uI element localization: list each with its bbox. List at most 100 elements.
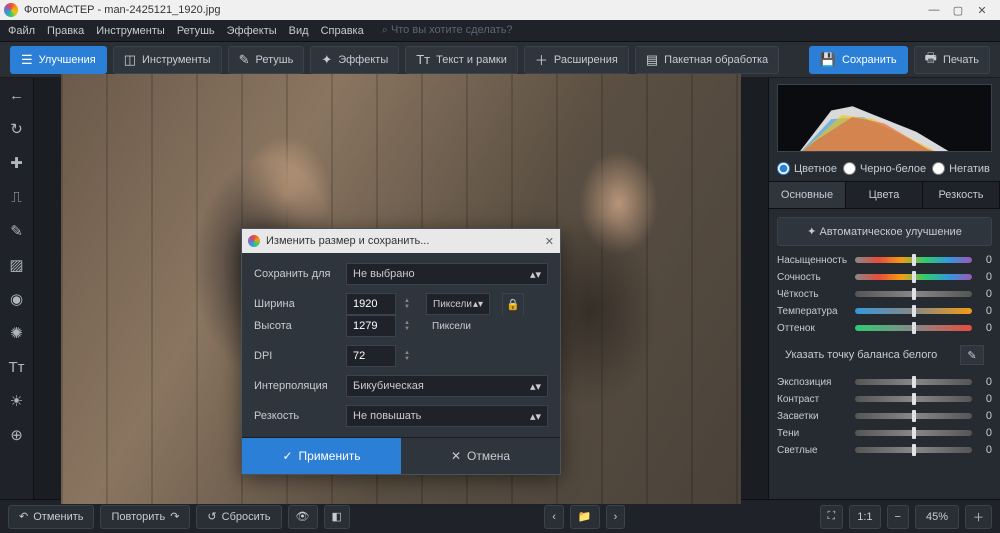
sliders-icon: ☰ [21, 52, 33, 68]
tab-batch[interactable]: ▤Пакетная обработка [635, 46, 779, 74]
slider-vibrance[interactable] [855, 274, 972, 280]
heal-icon[interactable]: ✚ [4, 150, 30, 176]
lock-aspect-icon[interactable]: 🔒 [502, 293, 524, 315]
radio-neg[interactable]: Негатив [932, 162, 990, 175]
stamp-icon[interactable]: ⎍ [4, 184, 30, 210]
histogram[interactable] [777, 84, 992, 152]
select-save-for[interactable]: Не выбрано▴▾ [346, 263, 548, 285]
menu-tools[interactable]: Инструменты [96, 25, 165, 37]
label-contrast: Контраст [777, 394, 849, 405]
rtab-basic[interactable]: Основные [769, 182, 846, 208]
menu-help[interactable]: Справка [321, 25, 364, 37]
input-width[interactable]: 1920 [346, 293, 396, 315]
radio-bw[interactable]: Черно-белое [843, 162, 926, 175]
select-sharp[interactable]: Не повышать▴▾ [346, 405, 548, 427]
minimize-icon[interactable]: — [928, 4, 940, 16]
vignette-icon[interactable]: ◉ [4, 286, 30, 312]
slider-contrast[interactable] [855, 396, 972, 402]
menu-file[interactable]: Файл [8, 25, 35, 37]
slider-exposure[interactable] [855, 379, 972, 385]
unit-width[interactable]: Пиксели▴▾ [426, 293, 490, 315]
slider-saturation[interactable] [855, 257, 972, 263]
tab-extensions[interactable]: ＋Расширения [524, 46, 629, 74]
search-input[interactable]: Что вы хотите сделать? [382, 24, 513, 37]
dpi-spinner[interactable]: ▲▼ [404, 350, 418, 362]
compare-icon[interactable]: ◧ [324, 505, 350, 529]
sun-icon[interactable]: ☀ [4, 388, 30, 414]
reset-button[interactable]: ↺ Сбросить [196, 505, 281, 529]
print-button[interactable]: 🖶Печать [914, 46, 990, 74]
input-dpi[interactable]: 72 [346, 345, 396, 367]
select-interp[interactable]: Бикубическая▴▾ [346, 375, 548, 397]
pen-icon[interactable]: ✎ [4, 218, 30, 244]
rtab-sharp[interactable]: Резкость [923, 182, 1000, 208]
label-vibrance: Сочность [777, 272, 849, 283]
label-whites: Светлые [777, 445, 849, 456]
maximize-icon[interactable]: ▢ [952, 4, 964, 16]
label-interp: Интерполяция [254, 380, 338, 392]
menu-view[interactable]: Вид [289, 25, 309, 37]
autofix-button[interactable]: Автоматическое улучшение [777, 217, 992, 246]
dialog-overlay: Изменить размер и сохранить... ✕ Сохрани… [34, 78, 768, 499]
folder-icon[interactable]: 📁 [570, 505, 600, 529]
gradient-icon[interactable]: ▨ [4, 252, 30, 278]
chevron-icon: ▴▾ [530, 268, 541, 281]
tab-enhance[interactable]: ☰Улучшения [10, 46, 107, 74]
star-icon[interactable]: ✺ [4, 320, 30, 346]
height-spinner[interactable]: ▲▼ [404, 320, 418, 332]
eye-icon[interactable]: 👁 [288, 505, 318, 529]
window-title: ФотоМАСТЕР - man-2425121_1920.jpg [24, 4, 221, 16]
zoom-value[interactable]: 45% [915, 505, 959, 529]
slider-whites[interactable] [855, 447, 972, 453]
menu-retouch[interactable]: Ретушь [177, 25, 215, 37]
menu-edit[interactable]: Правка [47, 25, 84, 37]
slider-tint[interactable] [855, 325, 972, 331]
menu-effects[interactable]: Эффекты [227, 25, 277, 37]
undo-button[interactable]: ↶ Отменить [8, 505, 94, 529]
plus-icon: ＋ [535, 50, 548, 69]
prev-icon[interactable]: ‹ [544, 505, 564, 529]
eyedropper-icon[interactable]: ✎ [960, 345, 984, 365]
globe-icon[interactable]: ⊕ [4, 422, 30, 448]
slider-shadows[interactable] [855, 430, 972, 436]
label-temperature: Температура [777, 306, 849, 317]
tt-icon[interactable]: Tᴛ [4, 354, 30, 380]
cancel-button[interactable]: ✕ Отмена [401, 438, 560, 474]
slider-temperature[interactable] [855, 308, 972, 314]
dialog-titlebar: Изменить размер и сохранить... ✕ [242, 229, 560, 253]
ratio-button[interactable]: 1:1 [849, 505, 880, 529]
input-height[interactable]: 1279 [346, 315, 396, 337]
label-exposure: Экспозиция [777, 377, 849, 388]
tab-effects[interactable]: ✦Эффекты [310, 46, 399, 74]
close-icon[interactable]: ✕ [976, 4, 988, 16]
dialog-close-icon[interactable]: ✕ [545, 235, 554, 248]
sparkle-icon: ✦ [321, 52, 332, 68]
label-dpi: DPI [254, 350, 338, 362]
label-save-for: Сохранить для [254, 268, 338, 280]
print-icon: 🖶 [925, 49, 937, 71]
redo-button[interactable]: Повторить ↷ [100, 505, 190, 529]
next-icon[interactable]: › [606, 505, 626, 529]
slider-clarity[interactable] [855, 291, 972, 297]
resize-dialog: Изменить размер и сохранить... ✕ Сохрани… [241, 228, 561, 475]
label-height: Высота [254, 320, 338, 332]
fit-icon[interactable]: ⛶ [820, 505, 844, 529]
back-icon[interactable]: ← [4, 82, 30, 108]
rtab-colors[interactable]: Цвета [846, 182, 923, 208]
tab-retouch[interactable]: ✎Ретушь [228, 46, 305, 74]
bottom-bar: ↶ Отменить Повторить ↷ ↺ Сбросить 👁 ◧ ‹ … [0, 499, 1000, 533]
app-logo-icon [4, 3, 18, 17]
brush-icon: ✎ [239, 52, 250, 68]
rotate-icon[interactable]: ↻ [4, 116, 30, 142]
tab-text[interactable]: TᴛТекст и рамки [405, 46, 518, 74]
left-toolbar: ← ↻ ✚ ⎍ ✎ ▨ ◉ ✺ Tᴛ ☀ ⊕ [0, 78, 34, 499]
label-sharp: Резкость [254, 410, 338, 422]
zoom-in-icon[interactable]: ＋ [965, 505, 992, 529]
zoom-out-icon[interactable]: − [887, 505, 909, 529]
radio-color[interactable]: Цветное [777, 162, 837, 175]
tab-tools[interactable]: ◫Инструменты [113, 46, 222, 74]
width-spinner[interactable]: ▲▼ [404, 298, 418, 310]
slider-highlights[interactable] [855, 413, 972, 419]
save-button[interactable]: 💾Сохранить [809, 46, 908, 74]
apply-button[interactable]: ✓ Применить [242, 438, 401, 474]
